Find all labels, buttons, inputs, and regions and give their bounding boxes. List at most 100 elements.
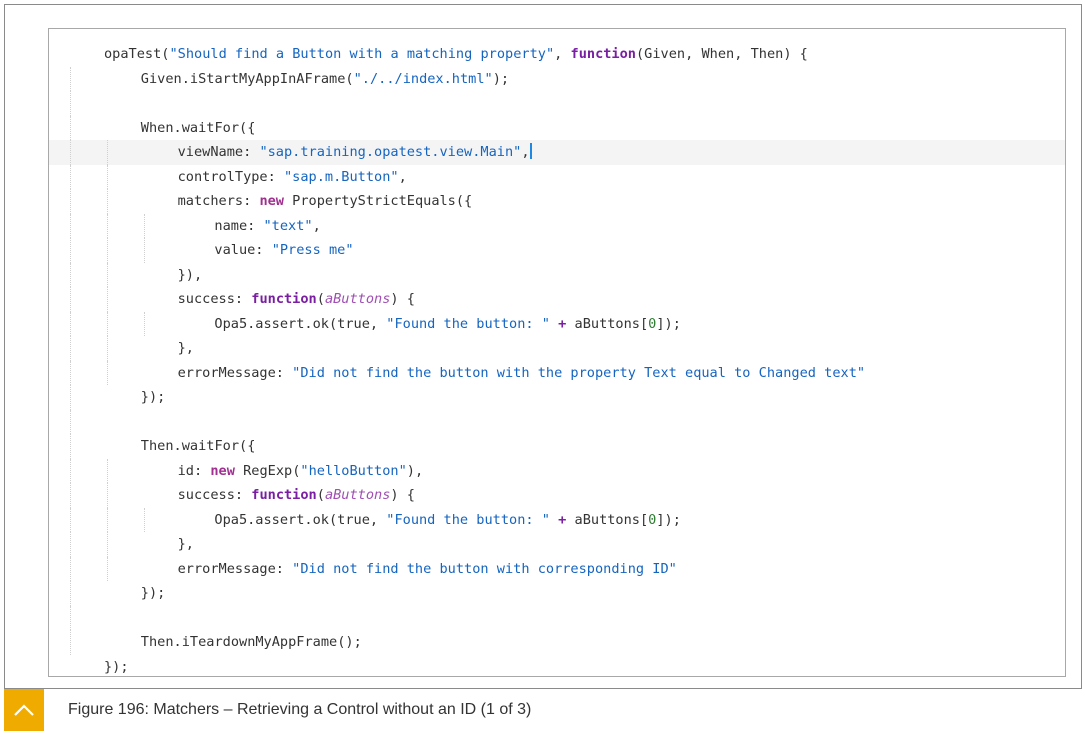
code-token: success: (177, 291, 252, 307)
code-line: success: function(aButtons) { (49, 287, 1065, 312)
code-token: new (210, 462, 235, 479)
indent-guide (70, 140, 71, 165)
code-token: aButtons (324, 487, 391, 503)
indent-guide (106, 164, 108, 189)
code-token: ]); (656, 315, 681, 332)
code-token: , (554, 46, 571, 62)
code-token: ( (316, 291, 325, 307)
indent-guide (106, 336, 108, 361)
code-listing: opaTest("Should find a Button with a mat… (49, 42, 1065, 679)
code-token: controlType: (177, 168, 284, 185)
code-token: ), (406, 462, 424, 479)
code-line: success: function(aButtons) { (49, 483, 1065, 508)
code-line: When.waitFor({ (49, 115, 1065, 141)
code-line: matchers: new PropertyStrictEquals({ (49, 189, 1065, 214)
code-token: Then.iTeardownMyAppFrame(); (140, 634, 362, 650)
indent-guide (143, 213, 145, 238)
code-token: "helloButton" (300, 462, 407, 479)
code-text: opaTest("Should find a Button with a mat… (104, 42, 808, 67)
indent-guide (106, 238, 108, 263)
code-line: errorMessage: "Did not find the button w… (49, 556, 1065, 581)
figure-frame: opaTest("Should find a Button with a mat… (4, 4, 1082, 731)
code-token: }); (140, 389, 166, 405)
code-text: value: "Press me" (214, 238, 353, 263)
indent-guide (70, 311, 71, 336)
code-line: Opa5.assert.ok(true, "Found the button: … (49, 507, 1065, 533)
code-token: viewName: (177, 144, 260, 160)
code-text: Opa5.assert.ok(true, "Found the button: … (214, 312, 681, 337)
indent-guide (70, 409, 71, 434)
code-token: (Given, When, Then) { (636, 46, 808, 62)
indent-guide (70, 483, 71, 508)
code-token: function (251, 291, 317, 307)
indent-guide (106, 262, 108, 287)
code-token: aButtons[ (566, 511, 649, 528)
code-text: }); (141, 581, 166, 606)
caption-toggle-button[interactable] (4, 689, 44, 731)
indent-guide (70, 458, 71, 483)
indent-guide (106, 311, 108, 336)
code-line (49, 91, 1065, 116)
code-token: }), (177, 266, 203, 283)
code-line: name: "text", (49, 213, 1065, 238)
figure-caption: Figure 196: Matchers – Retrieving a Cont… (68, 701, 532, 718)
code-token: , (398, 168, 407, 185)
code-text: When.waitFor({ (141, 116, 256, 141)
indent-guide (70, 385, 71, 410)
code-token: "Found the button: " (386, 511, 550, 528)
indent-guide (70, 581, 71, 606)
code-line: viewName: "sap.training.opatest.view.Mai… (49, 140, 1065, 165)
code-token: When.waitFor({ (140, 119, 256, 136)
indent-guide (106, 556, 108, 581)
code-line: Opa5.assert.ok(true, "Found the button: … (49, 311, 1065, 337)
code-token: , (521, 144, 530, 160)
code-line: value: "Press me" (49, 238, 1065, 263)
code-line: }, (49, 336, 1065, 361)
code-line: opaTest("Should find a Button with a mat… (49, 42, 1065, 67)
code-text: matchers: new PropertyStrictEquals({ (178, 189, 473, 214)
chevron-up-icon (14, 704, 34, 716)
code-token: }); (140, 585, 166, 601)
code-token: "Found the button: " (386, 315, 550, 332)
indent-guide (70, 91, 71, 116)
indent-guide (70, 164, 71, 189)
indent-guide (143, 507, 145, 532)
indent-guide (70, 189, 71, 214)
code-text: Then.iTeardownMyAppFrame(); (141, 630, 362, 655)
code-text: Opa5.assert.ok(true, "Found the button: … (214, 508, 681, 533)
code-line: errorMessage: "Did not find the button w… (49, 360, 1065, 385)
code-line: Given.iStartMyAppInAFrame("./../index.ht… (49, 66, 1065, 92)
code-token: }, (177, 340, 194, 356)
code-token: , (312, 217, 321, 234)
indent-guide (70, 532, 71, 557)
indent-guide (106, 483, 108, 508)
indent-guide (70, 360, 71, 385)
code-text: Then.waitFor({ (141, 434, 256, 459)
code-line: Then.iTeardownMyAppFrame(); (49, 630, 1065, 655)
code-token: Then.waitFor({ (140, 438, 256, 454)
code-text: }), (178, 263, 203, 288)
code-token: aButtons[ (566, 315, 649, 332)
code-token: "text" (263, 217, 313, 234)
code-token: "sap.training.opatest.view.Main" (259, 144, 522, 160)
indent-guide (70, 434, 71, 459)
code-token: ) { (390, 291, 415, 307)
code-token: ); (492, 70, 510, 87)
code-token: value: (214, 242, 272, 258)
code-token: name: (214, 217, 264, 234)
code-text: }); (104, 655, 129, 680)
code-text: controlType: "sap.m.Button", (178, 165, 407, 190)
indent-guide (70, 556, 71, 581)
code-line: Then.waitFor({ (49, 434, 1065, 459)
code-text: Given.iStartMyAppInAFrame("./../index.ht… (141, 67, 509, 92)
code-line: }), (49, 262, 1065, 288)
code-token: "Should find a Button with a matching pr… (169, 46, 555, 62)
code-line: }, (49, 532, 1065, 557)
indent-guide (70, 262, 71, 287)
code-line (49, 409, 1065, 434)
code-token: }, (177, 536, 194, 552)
indent-guide (70, 213, 71, 238)
code-token: errorMessage: (177, 364, 293, 381)
code-token: success: (177, 487, 252, 503)
